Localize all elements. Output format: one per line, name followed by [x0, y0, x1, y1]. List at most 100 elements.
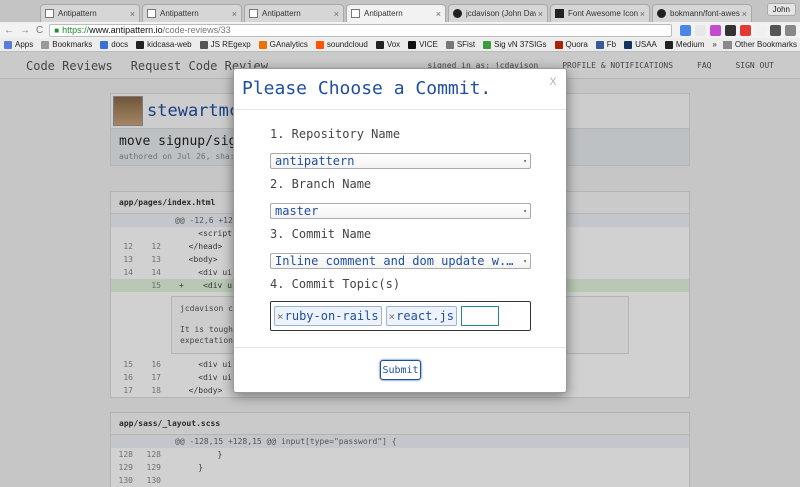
folder-icon [722, 40, 732, 49]
extension-icon[interactable] [695, 24, 706, 36]
topic-chip: × react.js [385, 306, 457, 326]
chevron-down-icon: ▾ [523, 257, 527, 265]
bookmark-item[interactable]: Sig vN 37SIGs [483, 40, 547, 49]
fontawesome-icon [555, 9, 564, 18]
modal-divider [234, 109, 566, 110]
bookmark-icon [41, 40, 50, 49]
bookmark-item[interactable]: Vox [375, 40, 400, 49]
close-tab-icon[interactable]: × [742, 9, 747, 19]
bookmark-label: VICE [419, 40, 438, 49]
tab-label: Font Awesome Icons [568, 9, 638, 18]
bookmark-item[interactable]: docs [100, 40, 128, 49]
bookmark-label: Quora [565, 40, 588, 49]
bookmark-item[interactable]: SFist [445, 40, 476, 49]
remove-topic-icon[interactable]: × [389, 310, 396, 323]
bookmarks-right: » Other Bookmarks [712, 40, 797, 49]
bookmark-icon [4, 40, 12, 49]
bookmark-item[interactable]: Fb [595, 40, 616, 49]
bookmark-item[interactable]: Apps [4, 40, 33, 49]
bookmark-item[interactable]: USAA [624, 40, 657, 49]
bookmark-label: SFist [456, 40, 476, 49]
repository-select[interactable]: antipattern ▾ [270, 153, 531, 169]
bookmark-item[interactable]: Bookmarks [41, 40, 92, 49]
bookmark-label: soundcloud [326, 40, 368, 49]
topics-field[interactable]: × ruby-on-rails × react.js [270, 301, 531, 331]
bookmark-icon [136, 40, 145, 49]
bookmark-item[interactable]: GAnalytics [258, 40, 308, 49]
tab-label: Antipattern [262, 9, 301, 18]
topic-input[interactable] [460, 306, 499, 326]
bookmarks-bar: Apps Bookmarks docs kidcasa-web JS REgexp GAn… [0, 38, 800, 52]
browser-tab[interactable]: jcdavison (John Davison× [448, 4, 548, 22]
extension-icon[interactable] [740, 24, 751, 36]
close-tab-icon[interactable]: × [334, 9, 339, 19]
browser-tab[interactable]: Antipattern × [40, 4, 140, 22]
bookmark-item[interactable]: VICE [408, 40, 438, 49]
commit-value: Inline comment and dom update w... [275, 254, 520, 268]
page-icon [249, 9, 258, 18]
modal-title: Please Choose a Commit. [242, 78, 492, 99]
submit-button[interactable]: Submit [380, 360, 421, 380]
bookmarks-overflow-button[interactable]: » [712, 40, 716, 49]
close-tab-icon[interactable]: × [436, 9, 441, 19]
extension-icon[interactable] [710, 24, 721, 36]
branch-select[interactable]: master ▾ [270, 203, 531, 219]
extension-icon[interactable] [785, 24, 796, 36]
remove-topic-icon[interactable]: × [277, 310, 284, 323]
close-tab-icon[interactable]: × [232, 9, 237, 19]
profile-button[interactable]: John [766, 3, 796, 16]
close-tab-icon[interactable]: × [538, 9, 543, 19]
bookmark-item[interactable]: Medium [664, 40, 705, 49]
other-bookmarks-button[interactable]: Other Bookmarks [735, 40, 797, 49]
bookmark-label: USAA [635, 40, 657, 49]
browser-tab[interactable]: Antipattern × [142, 4, 242, 22]
bookmark-item[interactable]: soundcloud [315, 40, 368, 49]
bookmark-label: kidcasa-web [147, 40, 192, 49]
github-icon [657, 9, 666, 18]
close-tab-icon[interactable]: × [130, 9, 135, 19]
page-icon [351, 9, 360, 18]
close-icon[interactable]: x [549, 74, 557, 89]
commit-select[interactable]: Inline comment and dom update w... ▾ [270, 253, 531, 269]
extension-icon[interactable] [770, 24, 781, 36]
browser-toolbar: ← → C ■ https:// www.antipattern.io /cod… [0, 22, 800, 38]
browser-tab[interactable]: Antipattern × [244, 4, 344, 22]
bookmark-icon [375, 40, 384, 49]
bookmark-item[interactable]: Quora [554, 40, 588, 49]
tab-label: bokmann/font-awesome [670, 9, 740, 18]
bookmark-label: Medium [675, 40, 705, 49]
bookmark-item[interactable]: JS REgexp [199, 40, 251, 49]
bookmark-icon [554, 40, 563, 49]
address-bar[interactable]: ■ https:// www.antipattern.io /code-revi… [49, 23, 672, 37]
chevron-down-icon: ▾ [523, 157, 527, 165]
bookmark-label: Bookmarks [52, 40, 93, 49]
page-icon [147, 9, 156, 18]
browser-tab[interactable]: bokmann/font-awesome× [652, 4, 752, 22]
topic-label: ruby-on-rails [284, 309, 379, 323]
bookmark-icon [483, 40, 492, 49]
bookmark-icon [100, 40, 109, 49]
extension-icon[interactable] [725, 24, 736, 36]
bookmark-list: Apps Bookmarks docs kidcasa-web JS REgexp GAn… [4, 40, 712, 49]
bookmark-icon [258, 40, 267, 49]
tab-strip: Antipattern × Antipattern × Antipattern × Anti… [40, 4, 754, 22]
bookmark-label: docs [111, 40, 129, 49]
step-topics-label: 4. Commit Topic(s) [270, 277, 401, 291]
browser-tab[interactable]: Font Awesome Icons × [550, 4, 650, 22]
close-tab-icon[interactable]: × [640, 9, 645, 19]
extension-icon[interactable] [680, 24, 691, 36]
modal-divider [234, 347, 566, 348]
tab-label: Antipattern [58, 9, 97, 18]
step-commit-label: 3. Commit Name [270, 227, 372, 241]
browser-tab[interactable]: Antipattern × [346, 4, 446, 22]
step-branch-label: 2. Branch Name [270, 177, 372, 191]
step-repository-label: 1. Repository Name [270, 127, 401, 141]
back-icon[interactable]: ← [4, 25, 14, 36]
reload-icon[interactable]: C [36, 25, 43, 36]
bookmark-item[interactable]: kidcasa-web [136, 40, 192, 49]
branch-value: master [275, 204, 319, 218]
forward-icon[interactable]: → [20, 25, 30, 36]
extension-icon[interactable] [755, 24, 766, 36]
browser-tab-bar: Antipattern × Antipattern × Antipattern × Anti… [0, 0, 800, 22]
bookmark-label: Apps [15, 40, 34, 49]
